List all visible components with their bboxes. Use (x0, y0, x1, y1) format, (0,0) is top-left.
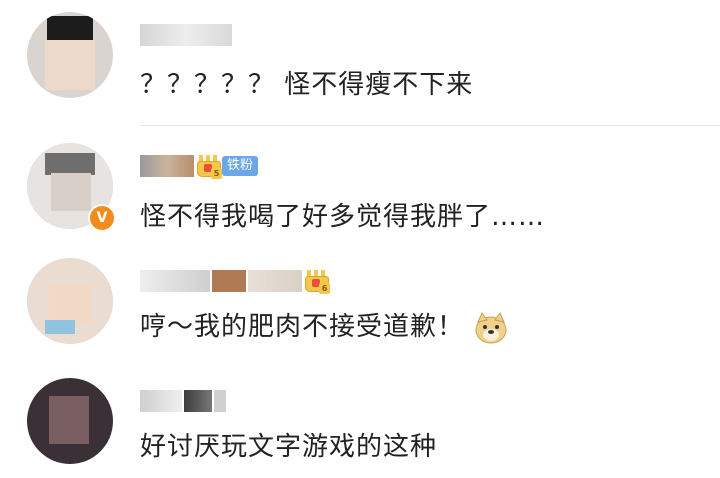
comment-text: 怪不得我喝了好多觉得我胖了…… (140, 202, 546, 232)
username-row (140, 386, 228, 416)
comment-text: 好讨厌玩文字游戏的这种 (140, 432, 438, 462)
fan-badge: 铁粉 (222, 156, 259, 176)
divider (140, 125, 720, 126)
crown-icon: 5 (196, 155, 222, 179)
crown-icon: 6 (304, 270, 330, 294)
avatar[interactable] (27, 12, 113, 98)
username-mosaic[interactable] (140, 155, 194, 177)
comment-text: 哼～我的肥肉不接受道歉！ (140, 306, 508, 344)
comment-text: ？？？？？ 怪不得瘦不下来 (140, 70, 474, 100)
username-mosaic[interactable] (140, 20, 234, 50)
avatar[interactable] (27, 378, 113, 464)
username-mosaic[interactable] (140, 270, 210, 292)
doge-emoji-icon (475, 311, 507, 343)
username-row: 6 (140, 266, 330, 296)
verified-badge-icon: V (88, 204, 116, 232)
avatar[interactable] (27, 258, 113, 344)
username-mosaic[interactable] (140, 390, 182, 412)
username-row: 5 铁粉 (140, 151, 259, 181)
